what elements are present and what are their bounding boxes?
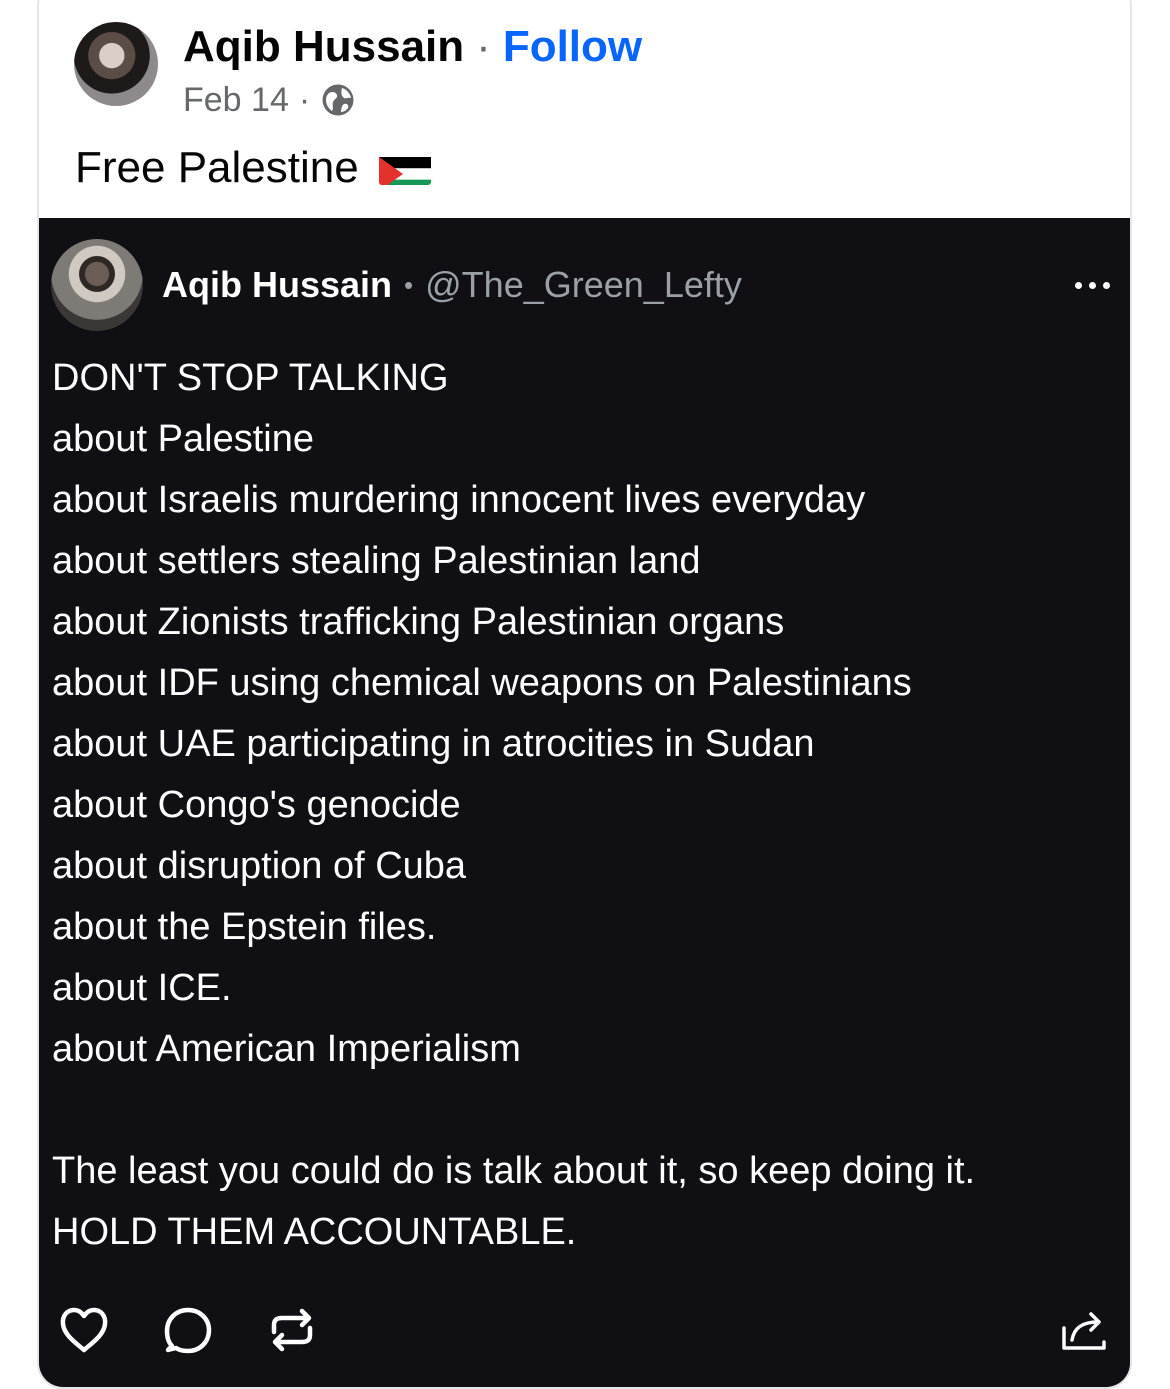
body-line: about settlers stealing Palestinian land (52, 540, 701, 582)
body-line: DON'T STOP TALKING (52, 357, 449, 399)
body-line: about ICE. (52, 967, 232, 1009)
author-info: Aqib Hussain · Follow Feb 14 · (183, 22, 642, 120)
more-dot-3 (1103, 281, 1110, 289)
body-line: about UAE participating in atrocities in… (52, 723, 815, 765)
heart-icon[interactable] (54, 1300, 114, 1360)
embedded-author-handle[interactable]: @The_Green_Lefty (425, 264, 742, 306)
embedded-author-avatar[interactable] (51, 239, 143, 331)
more-dot-2 (1089, 281, 1096, 289)
post-card: Aqib Hussain · Follow Feb 14 · Free Pale… (37, 0, 1132, 1389)
embedded-author-name[interactable]: Aqib Hussain (162, 264, 392, 306)
caption-text: Free Palestine (75, 143, 359, 192)
body-line: about Palestine (52, 418, 314, 460)
closing-line: HOLD THEM ACCOUNTABLE. (52, 1211, 577, 1253)
post-date[interactable]: Feb 14 (183, 80, 289, 120)
post-caption: Free Palestine (75, 142, 431, 194)
palestine-flag-emoji (378, 151, 431, 185)
author-avatar[interactable] (74, 22, 158, 106)
embedded-post[interactable]: Aqib Hussain • @The_Green_Lefty DON'T ST… (39, 218, 1130, 1387)
globe-icon (320, 82, 356, 118)
more-dot-1 (1075, 281, 1082, 289)
author-line: Aqib Hussain · Follow (183, 22, 642, 72)
author-name[interactable]: Aqib Hussain (183, 22, 464, 72)
embedded-post-header: Aqib Hussain • @The_Green_Lefty (51, 238, 1114, 332)
post-header: Aqib Hussain · Follow Feb 14 · (74, 22, 642, 120)
body-line: about IDF using chemical weapons on Pale… (52, 662, 912, 704)
embedded-separator: • (404, 269, 414, 300)
body-line: about Israelis murdering innocent lives … (52, 479, 866, 521)
comment-icon[interactable] (158, 1300, 218, 1360)
more-options-icon[interactable] (1071, 270, 1114, 300)
body-line: about Congo's genocide (52, 784, 461, 826)
share-icon[interactable] (1054, 1300, 1114, 1360)
follow-button[interactable]: Follow (503, 22, 642, 72)
post-meta: Feb 14 · (183, 80, 642, 120)
embedded-actions (54, 1300, 1114, 1360)
body-line: about Zionists trafficking Palestinian o… (52, 601, 785, 643)
author-separator: · (476, 22, 491, 71)
body-line: about the Epstein files. (52, 906, 437, 948)
repost-icon[interactable] (262, 1300, 322, 1360)
embedded-post-text: DON'T STOP TALKING about Palestine about… (52, 348, 1112, 1263)
body-line: about American Imperialism (52, 1028, 521, 1070)
meta-separator: · (298, 81, 311, 119)
body-line: about disruption of Cuba (52, 845, 467, 887)
closing-line: The least you could do is talk about it,… (52, 1150, 976, 1192)
